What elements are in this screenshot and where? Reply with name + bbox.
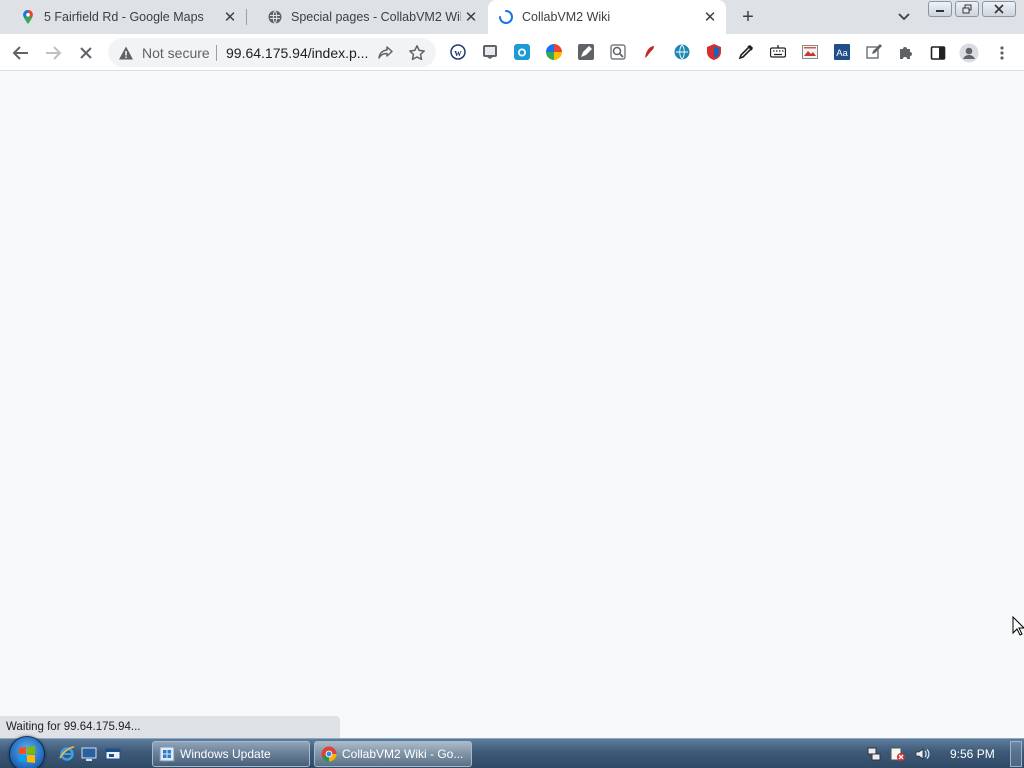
stop-loading-button[interactable]	[74, 41, 98, 65]
ie-icon[interactable]	[59, 746, 75, 762]
pen-nib-icon	[738, 44, 754, 60]
side-panel-button[interactable]	[926, 41, 950, 65]
speaker-icon[interactable]	[914, 746, 930, 762]
close-window-button[interactable]	[982, 1, 1016, 17]
tab-title: Special pages - CollabVM2 Wiki	[291, 10, 461, 24]
pen-nib-extension[interactable]	[736, 42, 756, 62]
mouse-cursor-icon	[1012, 616, 1024, 636]
desktop-icon[interactable]	[81, 746, 97, 762]
bookmark-star-icon[interactable]	[408, 44, 426, 62]
network-icon[interactable]	[866, 746, 882, 762]
arrow-right-icon	[46, 46, 62, 60]
magnifier-icon	[610, 44, 626, 60]
share-icon[interactable]	[376, 44, 394, 62]
security-label[interactable]: Not secure	[142, 45, 210, 61]
tab-strip: 5 Fairfield Rd - Google Maps ✕ Special p…	[0, 0, 1024, 34]
minimize-button[interactable]	[928, 1, 952, 17]
kebab-menu-icon	[1000, 46, 1004, 60]
globe-translate-icon	[674, 44, 690, 60]
system-clock[interactable]: 9:56 PM	[950, 747, 995, 761]
arrow-left-icon	[12, 46, 28, 60]
omnibox-divider	[216, 45, 217, 61]
wikiwand-icon: w	[450, 44, 466, 60]
tab-close-icon[interactable]: ✕	[220, 7, 240, 27]
translate-extension[interactable]	[672, 42, 692, 62]
keyboard-extension[interactable]	[768, 42, 788, 62]
profile-button[interactable]	[957, 41, 981, 65]
chrome-icon	[321, 746, 337, 762]
globe-icon	[268, 10, 282, 24]
browser-toolbar: Not secure 99.64.175.94/index.p... w Aa	[0, 34, 1024, 71]
tab-title: 5 Fairfield Rd - Google Maps	[44, 10, 204, 24]
minimize-icon	[936, 10, 944, 12]
pen-extension[interactable]	[576, 42, 596, 62]
back-button[interactable]	[9, 41, 33, 65]
taskbar-chrome[interactable]: CollabVM2 Wiki - Go...	[314, 741, 472, 767]
image-icon	[802, 45, 818, 59]
windows-logo-icon	[19, 746, 35, 763]
tab-close-icon[interactable]: ✕	[700, 7, 720, 27]
restore-icon	[962, 4, 972, 14]
tab-close-icon[interactable]: ✕	[461, 7, 481, 27]
window-controls	[928, 1, 1019, 17]
shield-extension[interactable]	[704, 42, 724, 62]
restore-button[interactable]	[955, 1, 979, 17]
screenshot-extension[interactable]	[480, 42, 500, 62]
stop-x-icon	[80, 47, 92, 59]
shield-icon	[707, 44, 721, 60]
bug-extension[interactable]	[640, 42, 660, 62]
warning-triangle-icon[interactable]	[118, 45, 134, 61]
tab-special-pages[interactable]: Special pages - CollabVM2 Wiki ✕	[247, 0, 487, 34]
dictionary-icon: Aa	[834, 44, 850, 60]
start-button[interactable]	[9, 736, 45, 768]
browser-menu-button[interactable]	[990, 41, 1014, 65]
color-picker-extension[interactable]	[544, 42, 564, 62]
tab-title: CollabVM2 Wiki	[522, 10, 611, 24]
image-extension[interactable]	[800, 42, 820, 62]
camera-extension[interactable]	[512, 42, 532, 62]
wikiwand-extension[interactable]: w	[448, 42, 468, 62]
edit-icon	[866, 44, 882, 59]
tab-search-chevron-icon[interactable]	[894, 8, 914, 26]
windows-taskbar: Windows Update CollabVM2 Wiki - Go... 9:…	[0, 736, 1024, 768]
pen-icon	[578, 44, 594, 60]
close-icon	[994, 4, 1004, 14]
volume-mute-flag-icon[interactable]	[890, 746, 906, 762]
camera-icon	[514, 44, 530, 60]
dictionary-extension[interactable]: Aa	[832, 42, 852, 62]
status-bubble: Waiting for 99.64.175.94...	[0, 716, 340, 738]
avatar-icon	[959, 43, 979, 63]
keyboard-icon	[770, 45, 786, 58]
tab-google-maps[interactable]: 5 Fairfield Rd - Google Maps ✕	[0, 0, 246, 34]
color-picker-icon	[546, 44, 562, 60]
tab-collabvm2-wiki[interactable]: CollabVM2 Wiki ✕	[488, 0, 726, 34]
windows-update-icon	[159, 746, 175, 762]
bug-icon	[645, 46, 655, 58]
magnifier-extension[interactable]	[608, 42, 628, 62]
taskbar-button-label: Windows Update	[180, 747, 271, 761]
taskbar-windows-update[interactable]: Windows Update	[152, 741, 310, 767]
svg-text:Aa: Aa	[836, 48, 848, 59]
extensions-menu-button[interactable]	[896, 42, 916, 62]
taskbar-button-label: CollabVM2 Wiki - Go...	[342, 747, 464, 761]
puzzle-icon	[900, 47, 912, 59]
side-panel-icon	[930, 46, 946, 60]
svg-text:w: w	[454, 48, 462, 59]
edit-extension[interactable]	[864, 42, 884, 62]
window-switcher-icon[interactable]	[105, 746, 121, 762]
screenshot-icon	[483, 45, 497, 59]
url-text[interactable]: 99.64.175.94/index.p...	[226, 45, 368, 61]
loading-spinner-icon	[499, 10, 513, 24]
new-tab-button[interactable]: +	[736, 6, 760, 28]
address-bar[interactable]: Not secure 99.64.175.94/index.p...	[108, 38, 436, 67]
maps-pin-icon	[23, 10, 33, 24]
show-desktop-button[interactable]	[1010, 741, 1022, 767]
page-viewport	[0, 71, 1024, 738]
forward-button[interactable]	[41, 41, 65, 65]
